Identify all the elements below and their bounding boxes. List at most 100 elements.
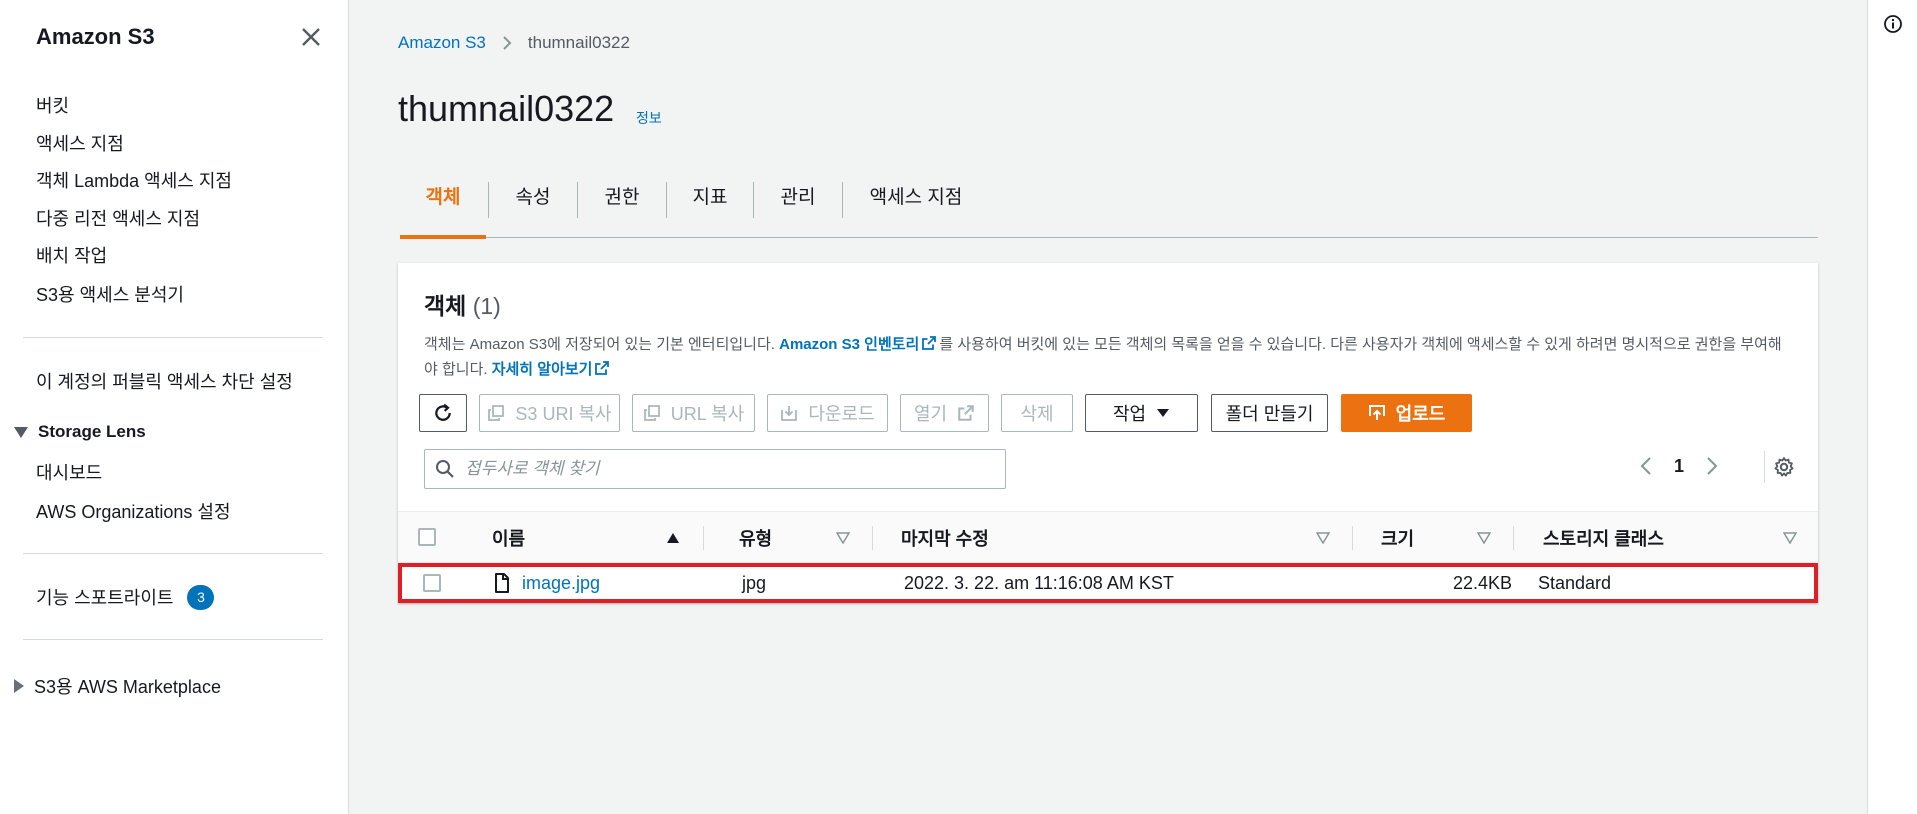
sidebar-item-batch-ops[interactable]: 배치 작업 [36,242,107,268]
description-text: 객체는 Amazon S3에 저장되어 있는 기본 엔터티입니다. [424,336,780,353]
tab-permissions[interactable]: 권한 [578,178,666,238]
cell-type: jpg [742,572,767,593]
sidebar: Amazon S3 버킷 액세스 지점 객체 Lambda 액세스 지점 다중 … [0,0,349,814]
objects-panel: 객체 (1) 객체는 Amazon S3에 저장되어 있는 기본 엔터티입니다.… [398,263,1818,603]
refresh-button[interactable] [419,394,467,432]
sidebar-item-dashboards[interactable]: 대시보드 [36,459,102,485]
page-number[interactable]: 1 [1674,456,1684,477]
sidebar-section-storage-lens[interactable]: Storage Lens [14,422,146,442]
copy-url-button[interactable]: URL 복사 [632,394,755,432]
cell-storage-class: Standard [1538,572,1612,593]
copy-icon [488,405,505,421]
sort-ascending-icon[interactable] [666,532,680,544]
delete-label: 삭제 [1020,404,1054,424]
download-button[interactable]: 다운로드 [767,394,888,432]
sidebar-item-feature-spotlight[interactable]: 기능 스포트라이트 3 [36,584,215,610]
feature-spotlight-label: 기능 스포트라이트 [36,588,174,608]
sort-icon[interactable] [836,532,850,544]
external-link-icon [595,361,610,375]
column-header-name[interactable]: 이름 [492,512,525,564]
upload-button[interactable]: 업로드 [1341,394,1472,432]
info-icon[interactable] [1883,14,1903,34]
copy-url-label: URL 복사 [670,404,745,424]
copy-s3-uri-label: S3 URI 복사 [515,404,612,424]
column-separator [1352,526,1353,550]
refresh-icon [435,403,451,421]
column-header-type[interactable]: 유형 [739,512,772,564]
tab-access-points[interactable]: 액세스 지점 [843,178,989,238]
sidebar-item-access-points[interactable]: 액세스 지점 [36,130,124,156]
sidebar-divider [23,639,323,640]
cell-size: 22.4KB [1452,572,1512,593]
gear-icon[interactable] [1773,456,1795,478]
help-panel-rail [1867,0,1917,814]
tab-metrics[interactable]: 지표 [667,178,753,238]
caret-down-icon [1157,409,1170,417]
column-header-last-modified[interactable]: 마지막 수정 [901,512,989,564]
sort-icon[interactable] [1477,532,1491,544]
sidebar-item-object-lambda[interactable]: 객체 Lambda 액세스 지점 [36,167,232,193]
select-all-checkbox[interactable] [418,528,436,546]
tab-objects[interactable]: 객체 [400,178,486,239]
sidebar-item-org-settings[interactable]: AWS Organizations 설정 [36,498,231,524]
actions-dropdown[interactable]: 작업 [1085,394,1198,432]
chevron-left-icon[interactable] [1638,455,1654,477]
chevron-right-icon [503,36,512,50]
sidebar-title: Amazon S3 [36,24,155,49]
learn-more-link[interactable]: 자세히 알아보기 [492,361,593,378]
panel-description: 객체는 Amazon S3에 저장되어 있는 기본 엔터티입니다. Amazon… [424,332,1794,382]
search-box [424,449,1006,489]
table-header: 이름 유형 마지막 수정 크기 스토리지 클래스 [398,511,1818,563]
sidebar-item-multi-region[interactable]: 다중 리전 액세스 지점 [36,205,200,231]
file-name-link[interactable]: image.jpg [522,573,600,594]
column-separator [872,526,873,550]
sort-icon[interactable] [1783,532,1797,544]
info-link[interactable]: 정보 [636,108,662,128]
close-icon[interactable] [298,24,324,50]
sidebar-divider [23,553,323,554]
breadcrumb-current: thumnail0322 [527,33,630,52]
copy-icon [643,405,660,421]
inventory-link[interactable]: Amazon S3 인벤토리 [779,336,919,353]
sidebar-section-marketplace[interactable]: S3용 AWS Marketplace [14,673,221,699]
external-link-icon [922,336,937,350]
table-row[interactable]: image.jpg jpg 2022. 3. 22. am 11:16:08 A… [398,563,1818,603]
row-checkbox[interactable] [423,574,441,592]
copy-s3-uri-button[interactable]: S3 URI 복사 [479,394,620,432]
pagination-divider [1764,451,1765,483]
sidebar-item-access-analyzer[interactable]: S3용 액세스 분석기 [36,281,184,307]
page-title: thumnail0322 [398,88,615,129]
create-folder-label: 폴더 만들기 [1225,404,1314,424]
open-button[interactable]: 열기 [900,394,989,432]
panel-title: 객체 (1) [424,287,501,321]
sidebar-item-block-public-access[interactable]: 이 계정의 퍼블릭 액세스 차단 설정 [36,368,293,394]
upload-icon [1368,405,1385,420]
search-input[interactable] [465,459,1005,479]
tab-management[interactable]: 관리 [754,178,842,238]
notification-badge: 3 [187,584,215,610]
sidebar-item-buckets[interactable]: 버킷 [36,92,69,118]
pagination: 1 [1638,455,1720,477]
file-icon [495,573,509,593]
column-header-size[interactable]: 크기 [1381,512,1414,564]
delete-button[interactable]: 삭제 [1001,394,1073,432]
breadcrumb-root-link[interactable]: Amazon S3 [398,33,486,53]
cell-name: image.jpg [494,567,600,599]
external-link-icon [958,405,974,421]
storage-lens-title: Storage Lens [38,422,146,441]
download-icon [781,406,798,421]
column-separator [1513,526,1514,550]
chevron-right-icon[interactable] [1704,455,1720,477]
tab-properties[interactable]: 속성 [489,178,577,238]
caret-right-icon [14,679,24,693]
panel-title-text: 객체 [424,293,467,319]
column-separator [703,526,704,550]
cell-last-modified: 2022. 3. 22. am 11:16:08 AM KST [904,572,1174,593]
tab-bar: 객체 속성 권한 지표 관리 액세스 지점 [400,178,1818,239]
sidebar-divider [23,337,323,338]
create-folder-button[interactable]: 폴더 만들기 [1211,394,1328,432]
search-icon [436,460,454,478]
download-label: 다운로드 [808,404,875,424]
column-header-storage-class[interactable]: 스토리지 클래스 [1543,512,1664,564]
sort-icon[interactable] [1316,532,1330,544]
